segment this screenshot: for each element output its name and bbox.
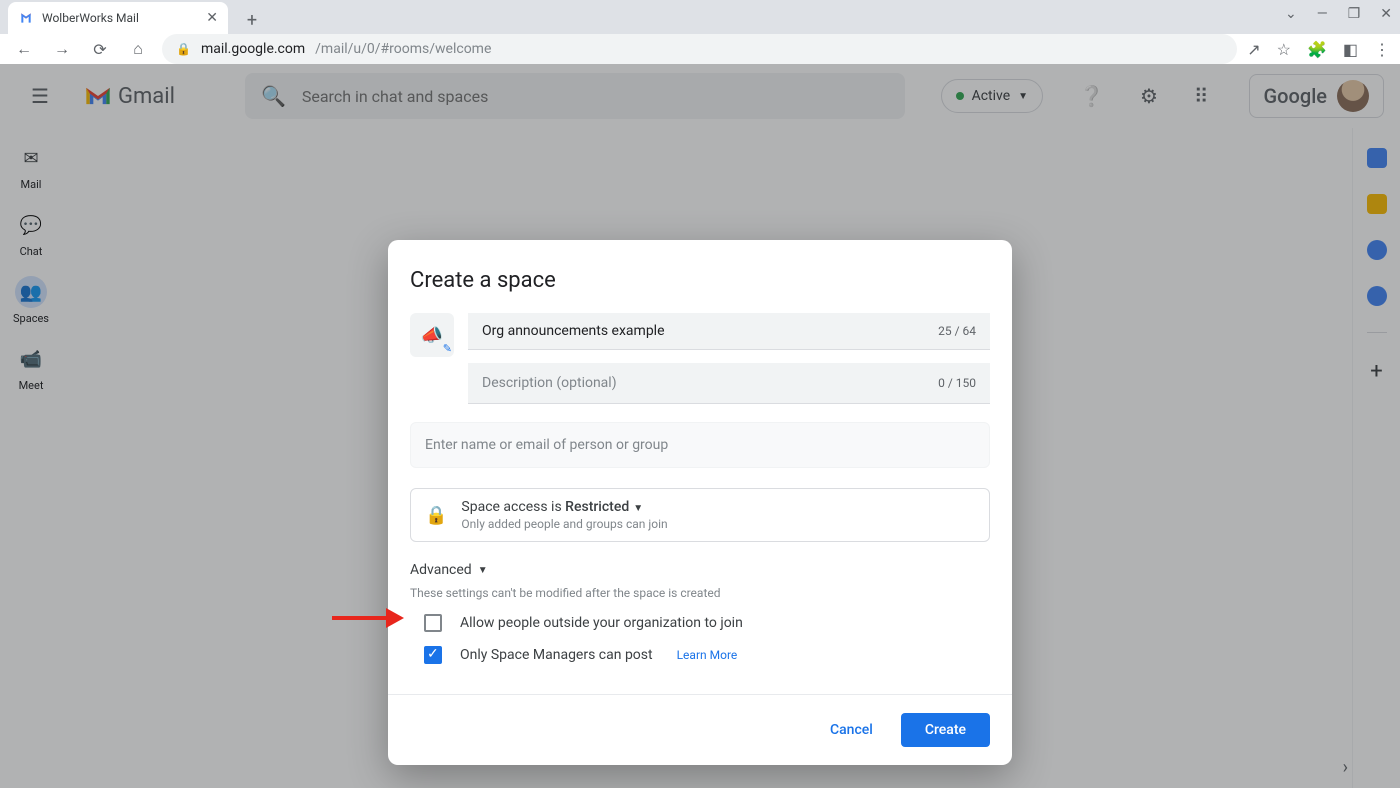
home-icon[interactable]: ⌂ [124,35,152,63]
reload-icon[interactable]: ⟳ [86,35,114,63]
share-icon[interactable]: ↗ [1247,40,1260,59]
forward-icon[interactable]: → [48,35,76,63]
new-tab-button[interactable]: + [238,6,266,34]
bookmark-icon[interactable]: ☆ [1277,40,1291,59]
managers-only-checkbox[interactable] [424,646,442,664]
annotation-arrow [332,610,412,626]
gmail-favicon [18,10,34,26]
name-counter: 25 / 64 [938,324,976,338]
advanced-toggle[interactable]: Advanced ▼ [410,562,990,578]
cancel-button[interactable]: Cancel [816,713,887,747]
tab-close-icon[interactable]: ✕ [206,10,218,26]
url-host: mail.google.com [201,41,305,57]
space-access-dropdown[interactable]: 🔒 Space access is Restricted ▼ Only added… [410,488,990,542]
description-input[interactable]: Description (optional) 0 / 150 [468,363,990,404]
create-button[interactable]: Create [901,713,990,747]
access-value: Restricted [565,499,629,515]
desc-counter: 0 / 150 [938,376,976,390]
lock-icon: 🔒 [425,505,447,526]
allow-external-checkbox[interactable] [424,614,442,632]
edit-pencil-icon: ✎ [443,342,452,355]
advanced-label: Advanced [410,562,472,578]
back-icon[interactable]: ← [10,35,38,63]
advanced-note: These settings can't be modified after t… [410,586,990,600]
managers-only-label: Only Space Managers can post [460,647,653,663]
description-placeholder: Description (optional) [482,375,617,391]
space-name-value: Org announcements example [482,323,665,339]
learn-more-link[interactable]: Learn More [677,648,738,662]
browser-tab[interactable]: WolberWorks Mail ✕ [8,2,228,34]
allow-external-label: Allow people outside your organization t… [460,615,743,631]
people-input[interactable]: Enter name or email of person or group [410,422,990,468]
chevron-down-icon: ▼ [478,565,488,576]
people-placeholder: Enter name or email of person or group [425,437,668,453]
tab-search-icon[interactable]: ⌄ [1285,6,1297,22]
access-prefix: Space access is [461,499,565,515]
chevron-down-icon: ▼ [633,503,643,514]
space-name-input[interactable]: Org announcements example 25 / 64 [468,313,990,350]
tab-title: WolberWorks Mail [42,11,139,25]
dialog-title: Create a space [410,268,990,293]
chrome-menu-icon[interactable]: ⋮ [1374,40,1390,59]
space-emoji-picker[interactable]: 📣✎ [410,313,454,357]
url-path: /mail/u/0/#rooms/welcome [315,41,491,57]
address-bar[interactable]: 🔒 mail.google.com/mail/u/0/#rooms/welcom… [162,34,1237,64]
sidepanel-icon[interactable]: ◧ [1343,40,1358,59]
access-subtext: Only added people and groups can join [461,517,667,531]
restore-icon[interactable]: ❐ [1348,6,1361,22]
extensions-icon[interactable]: 🧩 [1307,40,1327,59]
close-window-icon[interactable]: ✕ [1380,6,1392,22]
minimize-icon[interactable]: — [1317,6,1328,22]
lock-icon: 🔒 [176,42,191,56]
create-space-dialog: Create a space 📣✎ Org announcements exam… [388,240,1012,765]
